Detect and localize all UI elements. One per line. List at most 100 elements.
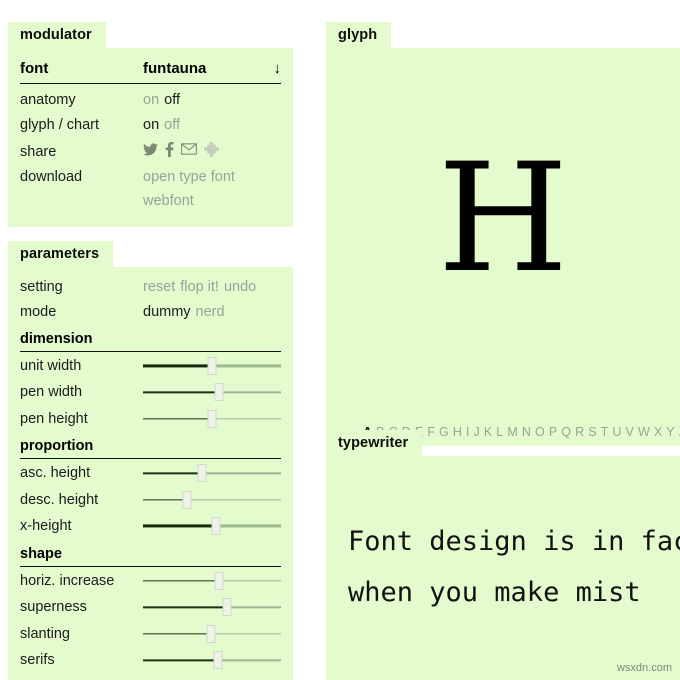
slider-track-inactive	[217, 659, 281, 661]
slider-track-inactive	[212, 418, 281, 420]
download-links: open type font webfont	[143, 165, 281, 213]
parameters-panel: setting reset flop it! undo mode dummy nerd…	[8, 266, 293, 680]
slider-label-serifs: serifs	[20, 652, 55, 669]
glyph-tab[interactable]: glyph	[326, 22, 680, 48]
slider-track-inactive	[216, 524, 281, 528]
section-title-shape: shape	[20, 540, 281, 567]
twitter-icon[interactable]	[143, 142, 158, 156]
slider-label-slanting: slanting	[20, 625, 70, 642]
slider-unit-width[interactable]	[143, 353, 281, 379]
setting-option-reset[interactable]: reset	[143, 279, 175, 295]
glyph-section: glyph H ← A B C D E F G H I J K L M N O …	[326, 22, 680, 446]
setting-option-undo[interactable]: undo	[224, 279, 256, 295]
mode-option-nerd[interactable]: nerd	[196, 304, 225, 320]
slider-horiz-increase[interactable]	[143, 568, 281, 594]
font-row[interactable]: font funtauna ↓	[20, 58, 281, 84]
slider-track-active	[143, 633, 211, 635]
share-row: share	[20, 138, 281, 165]
slider-knob[interactable]	[213, 651, 223, 670]
slider-knob[interactable]	[206, 624, 216, 643]
mode-label: mode	[20, 303, 57, 320]
modulator-tab-label: modulator	[8, 22, 106, 48]
typewriter-line: Font design is in fac	[348, 526, 680, 557]
slider-track-active	[143, 524, 217, 528]
anatomy-options: on off	[143, 88, 281, 113]
section-title-proportion: proportion	[20, 432, 281, 459]
typewriter-panel[interactable]: Font design is in fac when you make mist	[326, 456, 680, 680]
typewriter-text[interactable]: Font design is in fac when you make mist	[326, 456, 680, 618]
setting-option-flop-it[interactable]: flop it!	[180, 279, 219, 295]
glyph-chart-label: glyph / chart	[20, 117, 99, 133]
email-icon[interactable]	[181, 143, 197, 155]
slider-knob[interactable]	[211, 517, 221, 536]
glyph-chart-options: on off	[143, 113, 281, 138]
slider-asc-height[interactable]	[143, 460, 281, 486]
slider-label-x-height: x-height	[20, 518, 72, 535]
slider-row-desc-height: desc. height	[20, 487, 281, 514]
typewriter-tab[interactable]: typewriter	[326, 430, 680, 456]
slider-knob[interactable]	[207, 356, 217, 375]
slider-pen-height[interactable]	[143, 406, 281, 432]
parameters-tab-label: parameters	[8, 240, 114, 267]
mode-option-dummy[interactable]: dummy	[143, 304, 191, 320]
share-label: share	[20, 143, 57, 160]
download-row: download open type font webfont	[20, 165, 281, 213]
download-link-webfont[interactable]: webfont	[143, 193, 194, 209]
download-link-opentype[interactable]: open type font	[143, 169, 235, 185]
slider-track-inactive	[218, 580, 281, 582]
slider-track-active	[143, 659, 218, 661]
glyph-preview: H	[437, 132, 569, 306]
font-name-value[interactable]: funtauna	[143, 60, 274, 77]
facebook-icon[interactable]	[165, 141, 174, 157]
slider-slanting[interactable]	[143, 621, 281, 647]
download-label: download	[20, 168, 83, 185]
slider-track-inactive	[218, 391, 281, 393]
slider-knob[interactable]	[197, 464, 207, 483]
glyph-chart-option-on[interactable]: on	[143, 117, 159, 133]
anatomy-label: anatomy	[20, 92, 76, 108]
glyph-panel: H ← A B C D E F G H I J K L M N O P Q R	[326, 48, 680, 446]
slider-track-active	[143, 472, 203, 474]
slider-pen-width[interactable]	[143, 379, 281, 405]
slider-row-unit-width: unit width	[20, 353, 281, 380]
glyph-tab-label: glyph	[326, 22, 392, 48]
slider-row-horiz-increase: horiz. increase	[20, 568, 281, 595]
slider-row-superness: superness	[20, 594, 281, 621]
typewriter-section: typewriter Font design is in fac when yo…	[326, 430, 680, 680]
slider-track-active	[143, 418, 212, 420]
slider-knob[interactable]	[207, 409, 217, 428]
parameters-tab[interactable]: parameters	[8, 240, 293, 267]
typewriter-line: when you make mist	[348, 577, 641, 608]
slider-superness[interactable]	[143, 594, 281, 620]
slider-track-inactive	[187, 499, 281, 501]
slider-x-height[interactable]	[143, 513, 281, 539]
anatomy-option-on[interactable]: on	[143, 92, 159, 108]
slider-label-pen-height: pen height	[20, 410, 88, 427]
slider-row-x-height: x-height	[20, 513, 281, 540]
slider-knob[interactable]	[214, 383, 224, 402]
modulator-tab[interactable]: modulator	[8, 22, 293, 48]
puzzle-piece-icon[interactable]	[204, 141, 219, 157]
slider-label-superness: superness	[20, 599, 87, 616]
watermark: wsxdn.com	[616, 662, 672, 674]
left-column: modulator font funtauna ↓ anatomy on off …	[8, 22, 293, 680]
slider-track-active	[143, 364, 212, 368]
slider-row-pen-width: pen width	[20, 379, 281, 406]
slider-track-inactive	[210, 633, 281, 635]
glyph-chart-row: glyph / chart on off	[20, 113, 281, 138]
glyph-chart-option-off[interactable]: off	[164, 117, 180, 133]
slider-knob[interactable]	[214, 571, 224, 590]
modulator-panel: font funtauna ↓ anatomy on off glyph / ch…	[8, 48, 293, 227]
slider-track-active	[143, 580, 219, 582]
slider-track-active	[143, 606, 228, 608]
app-root: modulator font funtauna ↓ anatomy on off …	[0, 0, 680, 680]
slider-desc-height[interactable]	[143, 487, 281, 513]
anatomy-option-off[interactable]: off	[164, 92, 180, 108]
slider-knob[interactable]	[182, 490, 192, 509]
setting-options: reset flop it! undo	[143, 275, 281, 300]
slider-serifs[interactable]	[143, 647, 281, 673]
slider-row-slanting: slanting	[20, 621, 281, 648]
anatomy-row: anatomy on off	[20, 88, 281, 113]
down-arrow-icon[interactable]: ↓	[274, 60, 282, 77]
slider-knob[interactable]	[222, 598, 232, 617]
